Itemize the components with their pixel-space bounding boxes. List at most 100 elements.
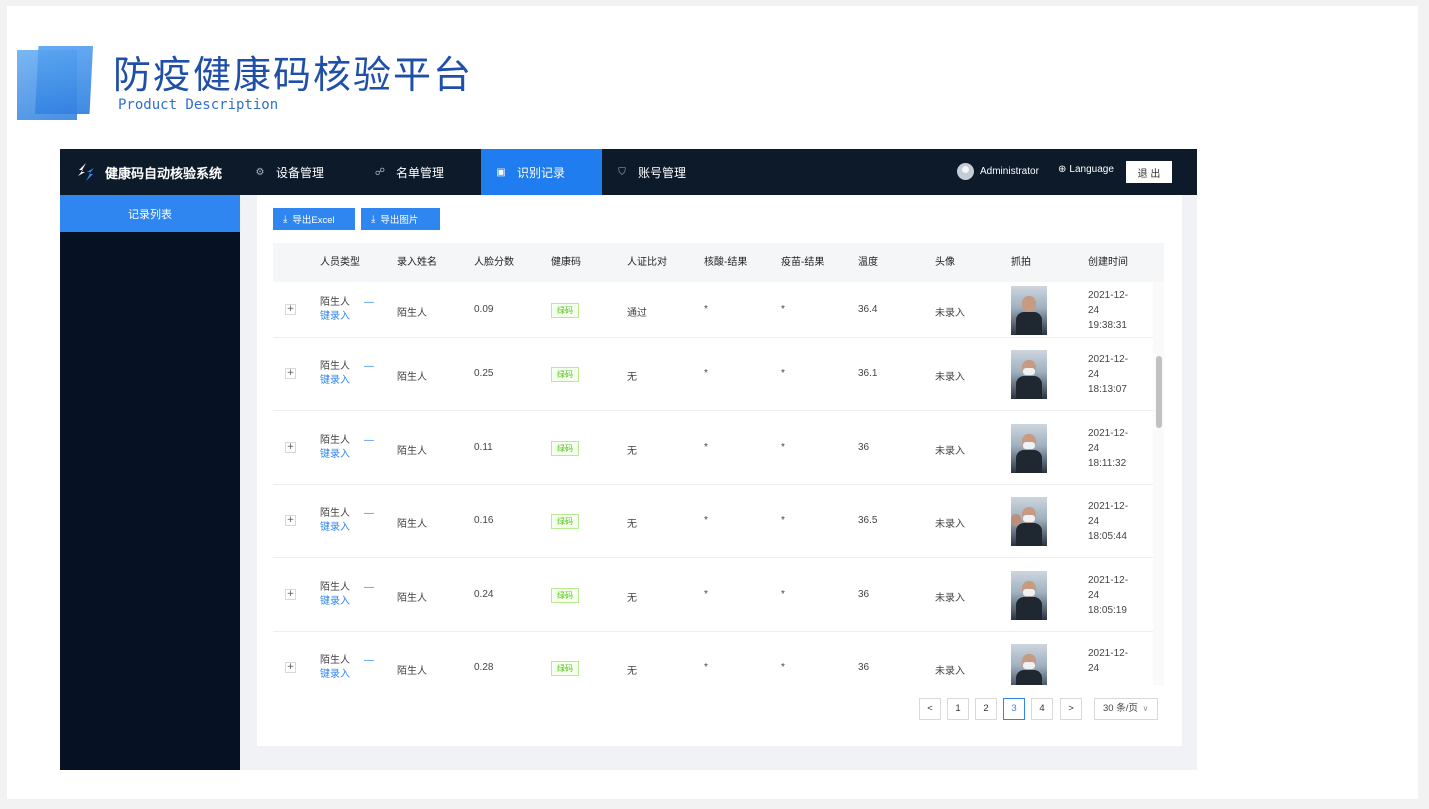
table-row[interactable]: + 陌生人 键录入 — 陌生人 0.09 绿码 通过 * * 36.4 未录入 2021-12- 24 19…	[273, 282, 1153, 338]
slide-subtitle: Product Description	[118, 97, 279, 113]
dash-link[interactable]: —	[364, 360, 374, 374]
capture-thumbnail[interactable]	[1011, 285, 1047, 335]
temperature-cell: 36	[858, 662, 870, 674]
vaccine-cell: *	[781, 515, 785, 527]
column-header[interactable]: 人员类型	[320, 243, 360, 282]
table-row[interactable]: + 陌生人 键录入 — 陌生人 0.28 绿码无 * * 36 未录入 2021-12- 24	[273, 632, 1153, 685]
created-date: 2021-12-	[1088, 501, 1129, 513]
person-type: 陌生人	[320, 296, 350, 308]
table-row[interactable]: + 陌生人 键录入 — 陌生人 0.25 绿码无 * * 36.1 未录入 2021-12- 24 18:…	[273, 338, 1153, 411]
person-type: 陌生人	[320, 581, 350, 593]
scrollbar-track[interactable]	[1153, 282, 1164, 685]
column-header[interactable]: 抓拍	[1011, 243, 1031, 282]
user-name: Administrator	[980, 166, 1039, 177]
language-label: Language	[1069, 164, 1114, 175]
created-clock: 19:38:31	[1088, 319, 1127, 331]
page-button-2[interactable]: 2	[975, 698, 997, 720]
page-button-4[interactable]: 4	[1031, 698, 1053, 720]
page-size-select[interactable]: 30 条/页 ∨	[1094, 698, 1158, 720]
export-image-button[interactable]: ⤓ 导出图片	[361, 208, 440, 230]
capture-thumbnail[interactable]	[1011, 570, 1047, 620]
body-shape	[1016, 596, 1042, 620]
prev-page-button[interactable]: <	[919, 698, 941, 720]
button-label: 导出Excel	[292, 215, 335, 226]
nav-recognition-records[interactable]: ▣ 识别记录	[481, 149, 602, 195]
expand-row-button[interactable]: +	[285, 588, 296, 600]
column-header[interactable]: 录入姓名	[397, 243, 437, 282]
mask-shape	[1023, 441, 1035, 449]
quick-enroll-link[interactable]: 键录入	[320, 521, 350, 535]
dash-link[interactable]: —	[364, 654, 374, 668]
quick-enroll-link[interactable]: 键录入	[320, 448, 350, 462]
created-time-cell: 2021-12- 24 19:38:31	[1088, 288, 1128, 333]
health-code-badge: 绿码	[551, 302, 579, 318]
capture-thumbnail[interactable]	[1011, 644, 1047, 685]
language-selector[interactable]: ⊕ Language	[1058, 164, 1114, 175]
created-day: 24	[1088, 663, 1100, 675]
page-button-1[interactable]: 1	[947, 698, 969, 720]
table-row[interactable]: + 陌生人 键录入 — 陌生人 0.24 绿码无 * * 36 未录入 2021-12- 24 18:05…	[273, 558, 1153, 632]
expand-row-button[interactable]: +	[285, 662, 296, 674]
column-header[interactable]: 核酸-结果	[704, 243, 747, 282]
nav-device-management[interactable]: ⚙ 设备管理	[240, 149, 360, 195]
quick-enroll-link[interactable]: 键录入	[320, 374, 350, 388]
column-header[interactable]: 健康码	[551, 243, 581, 282]
nav-list-management[interactable]: ☍ 名单管理	[360, 149, 481, 195]
id-match-cell: 无	[627, 445, 637, 457]
name-cell: 陌生人	[397, 445, 427, 457]
body-shape	[1016, 449, 1042, 473]
column-header[interactable]: 温度	[858, 243, 878, 282]
user-menu[interactable]: Administrator	[957, 163, 1039, 180]
id-match-cell: 无	[627, 519, 637, 531]
dash-link[interactable]: —	[364, 507, 374, 521]
name-cell: 陌生人	[397, 372, 427, 384]
quick-enroll-link[interactable]: 键录入	[320, 310, 350, 324]
expand-row-button[interactable]: +	[285, 515, 296, 527]
avatar-cell: 未录入	[935, 307, 965, 319]
column-header[interactable]: 创建时间	[1088, 243, 1128, 282]
mask-shape	[1023, 515, 1035, 523]
column-header[interactable]: 头像	[935, 243, 955, 282]
expand-row-button[interactable]: +	[285, 441, 296, 453]
scrollbar-thumb[interactable]	[1156, 356, 1162, 428]
logout-button[interactable]: 退 出	[1126, 161, 1172, 183]
expand-row-button[interactable]: +	[285, 303, 296, 315]
nav-account-management[interactable]: ⛉ 账号管理	[602, 149, 723, 195]
column-header[interactable]: 疫苗-结果	[781, 243, 824, 282]
dash-link[interactable]: —	[364, 434, 374, 448]
mask-shape	[1023, 662, 1035, 670]
mask-shape	[1023, 588, 1035, 596]
people-icon: ☍	[374, 166, 386, 178]
temperature-cell: 36	[858, 588, 870, 600]
vaccine-cell: *	[781, 441, 785, 453]
download-icon: ⤓	[283, 213, 288, 225]
column-header[interactable]: 人脸分数	[474, 243, 514, 282]
avatar-cell: 未录入	[935, 445, 965, 457]
dash-link[interactable]: —	[364, 581, 374, 595]
quick-enroll-link[interactable]: 键录入	[320, 595, 350, 609]
temperature-cell: 36.1	[858, 368, 878, 380]
created-date: 2021-12-	[1088, 574, 1129, 586]
score-cell: 0.11	[474, 441, 493, 453]
id-match-cell: 无	[627, 592, 637, 604]
capture-thumbnail[interactable]	[1011, 350, 1047, 400]
export-excel-button[interactable]: ⤓ 导出Excel	[273, 208, 355, 230]
expand-row-button[interactable]: +	[285, 368, 296, 380]
person-type-cell: 陌生人 键录入 —	[320, 654, 374, 682]
avatar-cell: 未录入	[935, 666, 965, 678]
next-page-button[interactable]: >	[1060, 698, 1082, 720]
capture-thumbnail[interactable]	[1011, 423, 1047, 473]
capture-thumbnail[interactable]	[1011, 497, 1047, 547]
column-header[interactable]: 人证比对	[627, 243, 667, 282]
table-row[interactable]: + 陌生人 键录入 — 陌生人 0.16 绿码无 * * 36.5 未录入 2021-12- 24 18:…	[273, 485, 1153, 558]
health-code-badge: 绿码	[551, 514, 579, 530]
created-date: 2021-12-	[1088, 289, 1129, 301]
app-brand: 健康码自动核验系统	[105, 166, 223, 181]
dash-link[interactable]: —	[364, 296, 374, 310]
table-row[interactable]: + 陌生人 键录入 — 陌生人 0.11 绿码无 * * 36 未录入 2021-12- 24 18:11…	[273, 411, 1153, 485]
page-size-value: 30 条/页	[1103, 703, 1138, 714]
avatar	[957, 163, 974, 180]
quick-enroll-link[interactable]: 键录入	[320, 668, 350, 682]
sidebar-item-record-list[interactable]: 记录列表	[60, 195, 240, 232]
page-button-3[interactable]: 3	[1003, 698, 1025, 720]
